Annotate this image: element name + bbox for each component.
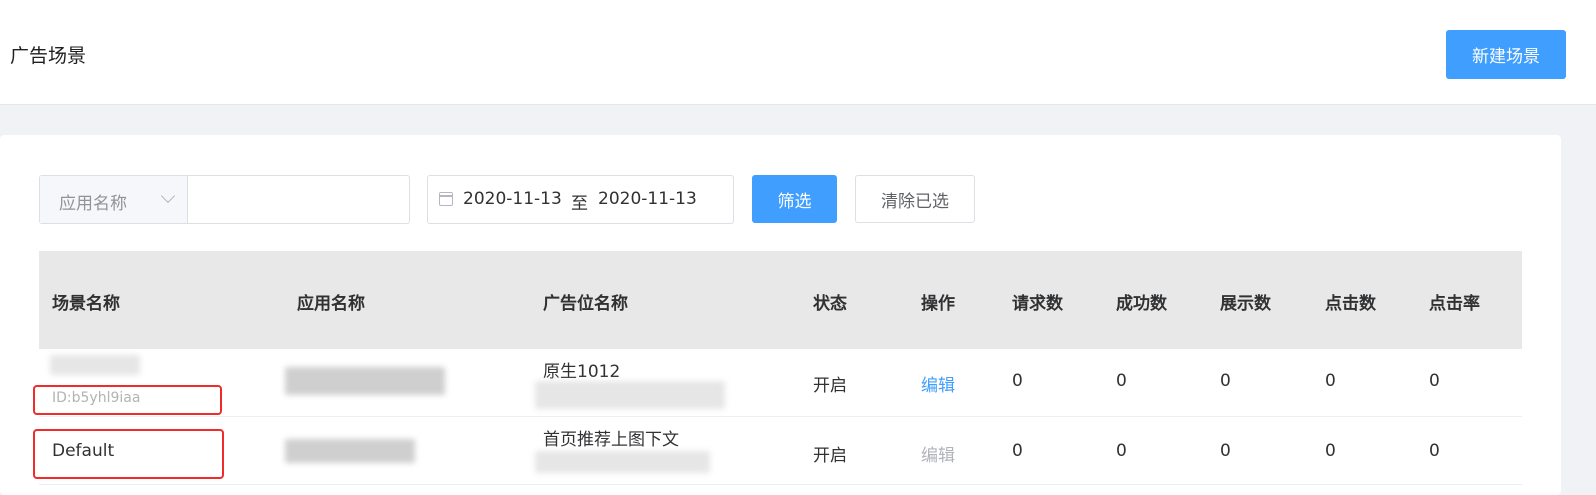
impressions-value: 0 (1220, 371, 1231, 391)
date-range-picker[interactable]: 2020-11-13 至 2020-11-13 (427, 175, 734, 224)
column-header-status: 状态 (813, 294, 847, 314)
column-header-ad-slot-name: 广告位名称 (543, 294, 628, 314)
chevron-down-icon (160, 188, 176, 204)
page-title: 广告场景 (10, 45, 87, 67)
scene-table: 场景名称 应用名称 广告位名称 状态 操作 请求数 成功数 展示数 点击数 点击… (33, 251, 1522, 485)
column-header-impressions: 展示数 (1220, 294, 1271, 314)
edit-link[interactable]: 编辑 (921, 371, 955, 396)
highlight-box (33, 429, 224, 479)
column-header-clicks: 点击数 (1325, 294, 1376, 314)
clicks-value: 0 (1325, 441, 1336, 461)
column-header-requests: 请求数 (1012, 294, 1063, 314)
clicks-value: 0 (1325, 371, 1336, 391)
status-text: 开启 (813, 446, 847, 466)
ad-slot-name: 首页推荐上图下文 (543, 430, 679, 450)
impressions-value: 0 (1220, 441, 1231, 461)
column-header-ctr: 点击率 (1429, 294, 1480, 314)
page-header: 广告场景 新建场景 (0, 0, 1596, 105)
table-row: Default 首页推荐上图下文 开启 编辑 0 0 0 0 0 (33, 417, 1522, 485)
ad-slot-name: 原生1012 (543, 362, 621, 382)
edit-link[interactable]: 编辑 (921, 441, 955, 466)
date-end[interactable]: 2020-11-13 (598, 189, 697, 209)
redacted-app-name (285, 367, 445, 395)
clear-filters-button[interactable]: 清除已选 (855, 175, 975, 223)
date-start[interactable]: 2020-11-13 (463, 189, 562, 209)
ctr-value: 0 (1429, 441, 1440, 461)
success-value: 0 (1116, 441, 1127, 461)
new-scene-button[interactable]: 新建场景 (1446, 30, 1566, 79)
redacted-app-name (285, 439, 415, 463)
highlight-box (33, 385, 222, 415)
column-header-success: 成功数 (1116, 294, 1167, 314)
requests-value: 0 (1012, 371, 1023, 391)
table-header: 场景名称 应用名称 广告位名称 状态 操作 请求数 成功数 展示数 点击数 点击… (39, 251, 1522, 349)
redacted-ad-slot-detail (535, 451, 710, 473)
app-name-input[interactable] (189, 176, 409, 223)
success-value: 0 (1116, 371, 1127, 391)
column-header-app-name: 应用名称 (297, 294, 365, 314)
table-row: ID:b5yhl9iaa 原生1012 开启 编辑 0 0 0 0 0 (33, 349, 1522, 417)
ctr-value: 0 (1429, 371, 1440, 391)
date-separator: 至 (571, 194, 588, 214)
filter-button[interactable]: 筛选 (752, 175, 837, 223)
app-name-select-label: 应用名称 (59, 194, 127, 214)
calendar-icon (439, 192, 453, 206)
app-filter-group: 应用名称 (39, 175, 410, 224)
column-header-scene-name: 场景名称 (52, 294, 120, 314)
redacted-ad-slot-detail (535, 381, 725, 409)
column-header-action: 操作 (921, 294, 955, 314)
app-name-select[interactable]: 应用名称 (40, 176, 188, 223)
redacted-scene-name (50, 355, 140, 375)
status-text: 开启 (813, 376, 847, 396)
content-card: 应用名称 2020-11-13 至 2020-11-13 筛选 清除已选 场景名… (0, 135, 1561, 495)
requests-value: 0 (1012, 441, 1023, 461)
